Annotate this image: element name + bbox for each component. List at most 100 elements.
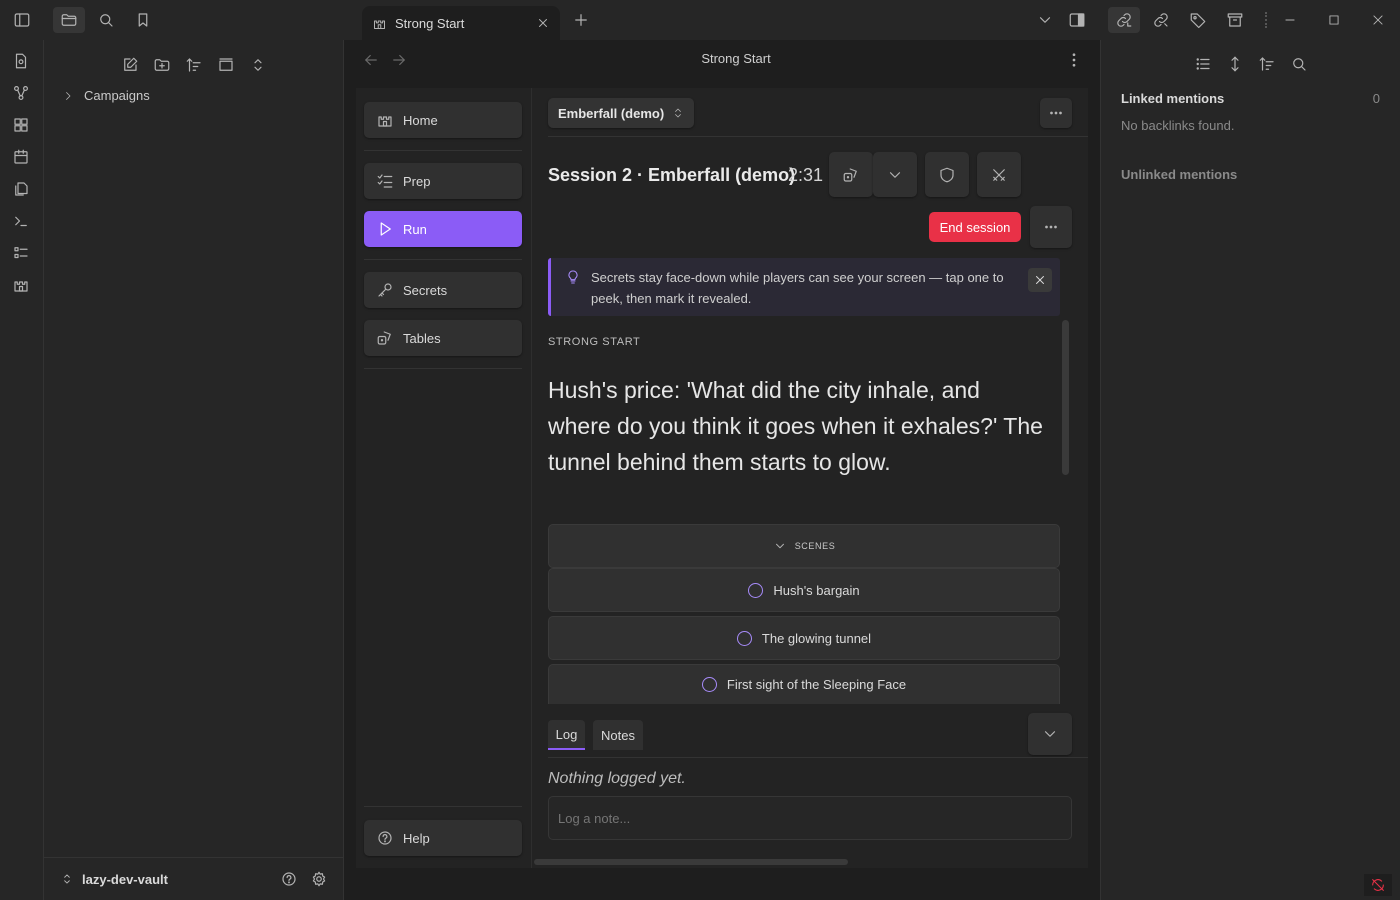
file-icon[interactable] [12,52,32,72]
nav-label: Run [403,221,427,237]
calendar-icon[interactable] [12,148,32,168]
nav-label: Home [403,112,438,128]
crossed-swords-icon [993,168,1005,181]
end-session-more-button[interactable] [1030,206,1072,248]
sidebar-left-icon[interactable] [6,7,38,33]
tab-log[interactable]: Log [548,720,585,750]
close-window-icon[interactable] [1356,8,1400,32]
castle-icon [378,116,392,127]
checklist-icon [377,174,393,188]
scene-item[interactable]: Hush's bargain [548,568,1060,612]
link-icon[interactable] [1108,7,1140,33]
combat-button[interactable] [977,152,1021,197]
chevron-down-icon [889,171,901,178]
search-icon[interactable] [90,7,122,33]
gm-panel: Home Prep Run Secrets Tables Help Emberf… [356,88,1088,868]
tab-strong-start[interactable]: Strong Start [362,6,560,40]
scene-checkbox[interactable] [701,677,717,692]
sidebar-right-icon[interactable] [1061,7,1093,33]
expand-all-icon[interactable] [245,52,271,78]
nav-secrets-button[interactable]: Secrets [364,272,522,308]
blocks-icon[interactable] [12,116,32,136]
search-icon[interactable] [1286,51,1312,77]
divider [1265,12,1267,28]
castle-icon[interactable] [12,276,32,296]
roll-dice-button[interactable] [829,152,873,197]
scene-checkbox[interactable] [748,582,764,598]
more-horizontal-icon [1045,225,1057,229]
nav-tables-button[interactable]: Tables [364,320,522,356]
folder-icon[interactable] [53,7,85,33]
vertical-scrollbar[interactable] [1062,320,1069,475]
nav-label: Secrets [403,282,448,298]
horizontal-scrollbar[interactable] [534,859,848,865]
unlinked-mentions-heading[interactable]: Unlinked mentions [1121,167,1237,182]
campaign-select[interactable]: Emberfall (demo) [548,98,694,128]
graph-icon[interactable] [12,84,32,104]
nav-home-button[interactable]: Home [364,102,522,138]
tag-icon[interactable] [1182,7,1214,33]
scene-label: First sight of the Sleeping Face [726,677,907,692]
scene-item[interactable]: First sight of the Sleeping Face [548,664,1060,704]
list-view-icon[interactable] [1190,51,1216,77]
key-icon [378,283,392,297]
vault-switcher[interactable]: lazy-dev-vault [44,857,344,900]
sort-icon[interactable] [1254,51,1280,77]
session-view: Emberfall (demo) Session 2 · Emberfall (… [532,88,1088,868]
scene-checkbox[interactable] [736,630,752,646]
list-icon[interactable] [12,244,32,264]
vault-name[interactable]: lazy-dev-vault [82,872,280,887]
new-folder-icon[interactable] [149,52,175,78]
view-title: Strong Start [701,51,771,66]
scenes-toggle[interactable]: SCENES [548,524,1060,568]
minimize-icon[interactable] [1268,8,1312,32]
shield-button[interactable] [925,152,969,197]
nav-prep-button[interactable]: Prep [364,163,522,199]
new-tab-plus-icon[interactable] [565,7,597,33]
sync-off-icon[interactable] [1364,874,1392,896]
maximize-icon[interactable] [1312,8,1356,32]
more-horizontal-icon [1050,111,1062,115]
dice-dropdown-button[interactable] [873,152,917,197]
expand-vertical-icon[interactable] [1222,51,1248,77]
nav-label: Prep [403,173,431,189]
linked-mentions-heading[interactable]: Linked mentions [1121,91,1224,106]
tab-notes[interactable]: Notes [593,720,643,750]
nav-help-button[interactable]: Help [364,820,522,856]
close-tab-icon[interactable] [536,16,550,30]
tree-item-campaigns[interactable]: Campaigns [62,88,150,103]
session-timer: 2:31 [788,165,824,185]
more-options-icon[interactable] [1065,51,1083,69]
link-off-icon[interactable] [1145,7,1177,33]
dice-icon [843,167,857,182]
secrets-hint-callout: Secrets stay face-down while players can… [548,258,1060,316]
log-note-input[interactable] [548,796,1072,840]
session-more-button[interactable] [1040,98,1072,128]
chevron-updown-icon [675,108,681,118]
terminal-icon[interactable] [12,212,32,232]
settings-gear-icon[interactable] [310,870,328,888]
archive-icon[interactable] [1219,7,1251,33]
sort-icon[interactable] [181,52,207,78]
chevron-down-icon[interactable] [1029,7,1061,33]
nav-run-button[interactable]: Run [364,211,522,247]
backlinks-panel: Linked mentions 0 No backlinks found. Un… [1100,40,1400,900]
log-collapse-button[interactable] [1028,713,1072,755]
chevron-updown-icon [64,874,70,884]
section-label: STRONG START [548,336,641,348]
new-note-icon[interactable] [117,52,143,78]
bookmark-icon[interactable] [127,7,159,33]
help-icon[interactable] [280,870,298,888]
copy-icon[interactable] [12,180,32,200]
close-icon[interactable] [1028,268,1052,292]
play-icon [380,222,391,236]
log-empty-text: Nothing logged yet. [548,770,686,787]
ribbon [0,40,44,900]
file-explorer: Campaigns lazy-dev-vault [44,40,344,900]
lightbulb-icon [568,270,578,284]
nav-divider [364,150,522,151]
scene-item[interactable]: The glowing tunnel [548,616,1060,660]
title-bar: Strong Start [0,0,1400,40]
end-session-button[interactable]: End session [929,212,1021,242]
collapse-view-icon[interactable] [213,52,239,78]
